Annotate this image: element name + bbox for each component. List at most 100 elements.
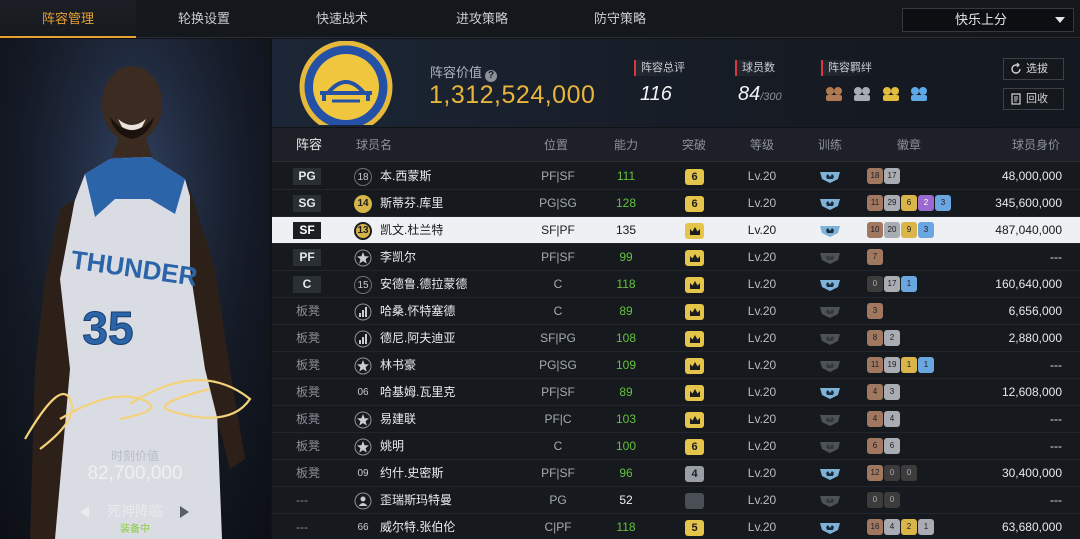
header-training[interactable]: 训练 — [818, 128, 842, 162]
roster-table-header: 阵容 球员名 位置 能力 突破 等级 训练 徽章 球员身价 — [272, 128, 1080, 162]
table-row[interactable]: 板凳 09 约什.史密斯 PF|SF 96 4 Lv.20 12 0 0 30,400,000 — [272, 460, 1080, 487]
jersey-number: 13 — [354, 222, 372, 240]
header-player-value[interactable]: 球员身价 — [1012, 128, 1060, 162]
player-name[interactable]: 哈桑.怀特塞德 — [380, 298, 455, 325]
header-lineup[interactable]: 阵容 — [296, 128, 322, 162]
table-row[interactable]: 板凳 林书豪 PG|SG 109 Lv.20 11 19 1 1 --- — [272, 352, 1080, 379]
badge-list: 11 19 1 1 — [867, 357, 935, 374]
training-dim-icon — [820, 334, 840, 345]
player-name[interactable]: 李凯尔 — [380, 244, 416, 271]
player-position: PF|C — [544, 412, 572, 426]
table-row[interactable]: PF 李凯尔 PF|SF 99 Lv.20 7 --- — [272, 244, 1080, 271]
training-lit-icon — [820, 172, 840, 183]
breakthrough-badge: 6 — [685, 169, 704, 185]
tab-rotation-settings[interactable]: 轮换设置 — [136, 0, 272, 38]
lineup-slot-badge: PF — [293, 249, 321, 266]
tab-lineup-management[interactable]: 阵容管理 — [0, 0, 136, 38]
training-lit-icon — [820, 199, 840, 210]
player-name[interactable]: 约什.史密斯 — [380, 460, 443, 487]
breakthrough-badge: 4 — [685, 466, 704, 482]
player-value: 160,640,000 — [995, 277, 1062, 291]
breakthrough-badge: 5 — [685, 520, 704, 536]
tab-defense-strategy[interactable]: 防守策略 — [552, 0, 688, 38]
star-icon — [354, 411, 372, 429]
player-level: Lv.20 — [747, 493, 777, 507]
lineup-slot-label: 板凳 — [296, 358, 321, 372]
breakthrough-badge — [685, 250, 704, 266]
player-value: 487,040,000 — [995, 223, 1062, 237]
table-row[interactable]: 板凳 06 哈基姆.瓦里克 PF|SF 89 Lv.20 4 3 12,608,000 — [272, 379, 1080, 406]
table-row[interactable]: C 15 安德鲁.德拉蒙德 C 118 Lv.20 0 17 1 160,640,000 — [272, 271, 1080, 298]
mode-dropdown-value: 快乐上分 — [955, 12, 1008, 27]
badge-count: 1 — [918, 519, 934, 535]
badge-count: 9 — [901, 222, 917, 238]
table-row[interactable]: SG 14 斯蒂芬.库里 PG|SG 128 6 Lv.20 11 29 6 2 3 345,600,0… — [272, 190, 1080, 217]
table-row[interactable]: --- 歪瑞斯玛特曼 PG 52 Lv.20 0 0 --- — [272, 487, 1080, 514]
player-name[interactable]: 本.西蒙斯 — [380, 163, 431, 190]
badge-count: 0 — [884, 465, 900, 481]
table-row[interactable]: PG 18 本.西蒙斯 PF|SF 111 6 Lv.20 18 17 48,000,000 — [272, 163, 1080, 190]
badge-list: 10 20 9 3 — [867, 222, 935, 239]
crown-icon — [690, 362, 700, 370]
crown-icon — [690, 416, 700, 424]
player-name[interactable]: 威尔特.张伯伦 — [380, 514, 455, 539]
lineup-summary: 阵容价值? 1,312,524,000 阵容总评 116 球员数 84/300 … — [272, 39, 1080, 127]
player-name[interactable]: 林书豪 — [380, 352, 416, 379]
player-ability: 103 — [615, 412, 637, 426]
player-position: PF|SF — [541, 466, 575, 480]
jersey-number-text: 35 — [82, 302, 133, 354]
moment-value-amount: 82,700,000 — [87, 463, 183, 484]
player-level: Lv.20 — [747, 277, 777, 291]
header-level[interactable]: 等级 — [750, 128, 774, 162]
arrow-left-icon[interactable] — [80, 506, 89, 518]
badge-count: 4 — [884, 411, 900, 427]
breakthrough-badge — [685, 277, 704, 293]
player-ability: 111 — [616, 169, 636, 183]
player-count: 84/300 — [738, 83, 782, 106]
table-row[interactable]: 板凳 德尼.阿夫迪亚 SF|PG 108 Lv.20 8 2 2,880,000 — [272, 325, 1080, 352]
header-ability[interactable]: 能力 — [614, 128, 638, 162]
tab-quick-tactics[interactable]: 快速战术 — [274, 0, 410, 38]
player-name[interactable]: 歪瑞斯玛特曼 — [380, 487, 452, 514]
stats-bars-icon — [354, 330, 372, 348]
player-name[interactable]: 姚明 — [380, 433, 404, 460]
header-breakthrough[interactable]: 突破 — [682, 128, 706, 162]
top-nav: 阵容管理 轮换设置 快速战术 进攻策略 防守策略 快乐上分 — [0, 0, 1080, 38]
lineup-slot-badge: C — [293, 276, 321, 293]
breakthrough-badge — [685, 493, 704, 509]
draft-button[interactable]: 选拔 — [1003, 58, 1064, 80]
player-value: 345,600,000 — [995, 196, 1062, 210]
badge-list: 66 — [867, 438, 901, 455]
training-dim-icon — [820, 361, 840, 372]
tab-offense-strategy[interactable]: 进攻策略 — [414, 0, 550, 38]
table-row[interactable]: SF 13 凯文.杜兰特 SF|PF 135 Lv.20 10 20 9 3 487,040,000 — [272, 217, 1080, 244]
crown-icon — [690, 281, 700, 289]
player-level: Lv.20 — [747, 439, 777, 453]
player-name[interactable]: 安德鲁.德拉蒙德 — [380, 271, 467, 298]
lineup-slot-label: 板凳 — [296, 439, 321, 453]
breakthrough-badge: 6 — [685, 196, 704, 212]
chevron-down-icon — [1055, 17, 1065, 23]
table-row[interactable]: 板凳 姚明 C 100 6 Lv.20 6 6 --- — [272, 433, 1080, 460]
header-badges[interactable]: 徽章 — [897, 128, 921, 162]
draft-button-label: 选拔 — [1026, 63, 1048, 75]
player-name[interactable]: 斯蒂芬.库里 — [380, 190, 443, 217]
recycle-button[interactable]: 回收 — [1003, 88, 1064, 110]
table-row[interactable]: 板凳 哈桑.怀特塞德 C 89 Lv.20 3 6,656,000 — [272, 298, 1080, 325]
player-name[interactable]: 易建联 — [380, 406, 416, 433]
arrow-right-icon[interactable] — [180, 506, 189, 518]
player-name[interactable]: 哈基姆.瓦里克 — [380, 379, 455, 406]
badge-count: 19 — [884, 357, 900, 373]
recycle-button-label: 回收 — [1026, 93, 1048, 105]
table-row[interactable]: 板凳 易建联 PF|C 103 Lv.20 4 4 --- — [272, 406, 1080, 433]
training-dim-icon — [820, 253, 840, 264]
player-name[interactable]: 德尼.阿夫迪亚 — [380, 325, 455, 352]
mode-dropdown[interactable]: 快乐上分 — [902, 8, 1074, 32]
player-name[interactable]: 凯文.杜兰特 — [380, 217, 443, 244]
header-player-name[interactable]: 球员名 — [356, 128, 392, 162]
table-row[interactable]: --- 66 威尔特.张伯伦 C|PF 118 5 Lv.20 16 4 2 1 63,680,000 — [272, 514, 1080, 539]
equipped-status: 装备中 — [120, 524, 150, 535]
header-position[interactable]: 位置 — [544, 128, 568, 162]
badge-count: 1 — [901, 357, 917, 373]
player-ability: 108 — [615, 331, 637, 345]
